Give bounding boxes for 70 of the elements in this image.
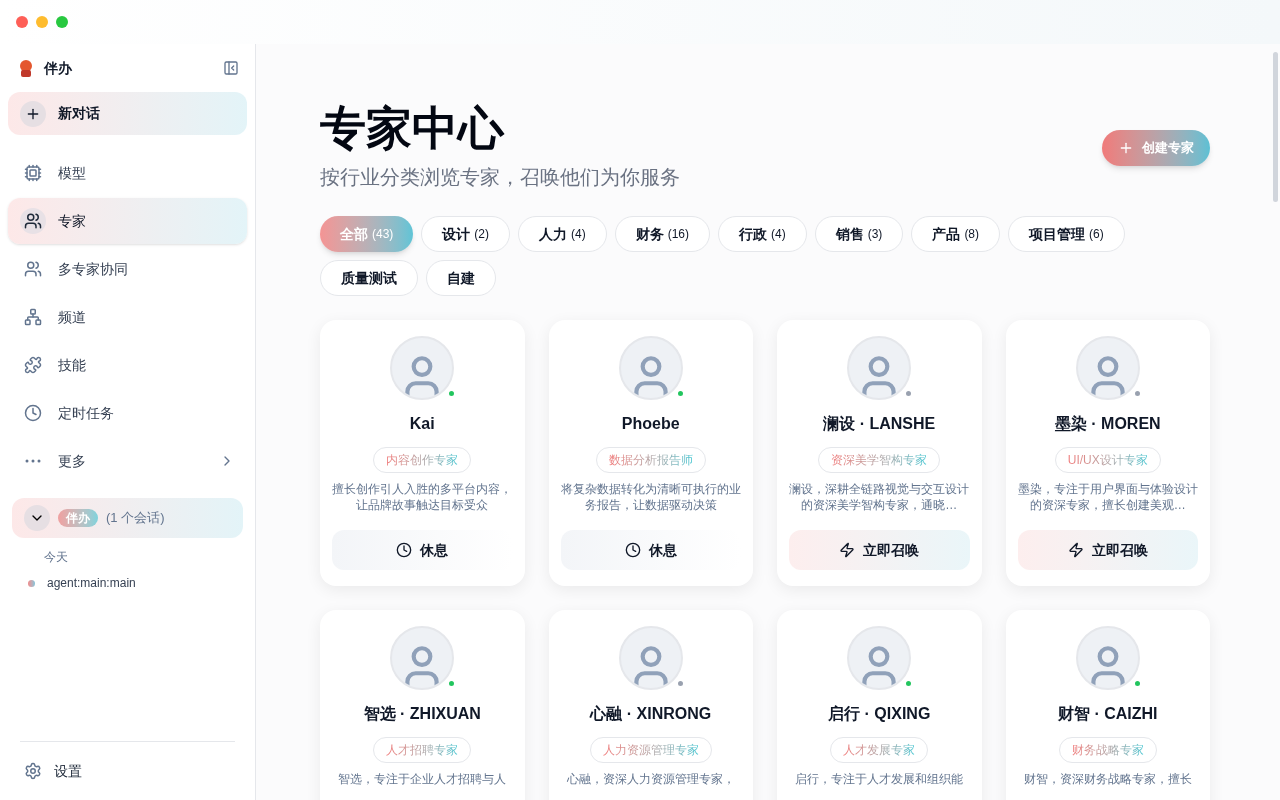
expert-card[interactable]: 心融 · XINRONG 人力资源管理专家 心融，资深人力资源管理专家， (548, 610, 753, 800)
expert-card[interactable]: 智选 · ZHIXUAN 人才招聘专家 智选，专注于企业人才招聘与人 (320, 610, 525, 800)
expert-description: 将复杂数据转化为清晰可执行的业务报告，让数据驱动决策 (560, 481, 741, 513)
expert-name: 心融 · XINRONG (590, 704, 712, 724)
category-filter-tab[interactable]: 设计 (2) (421, 216, 510, 252)
expert-description: 智选，专注于企业人才招聘与人 (338, 771, 507, 787)
category-filter-tab[interactable]: 财务 (16) (614, 216, 711, 252)
expert-name: 澜设 · LANSHE (823, 414, 936, 434)
network-icon (24, 308, 42, 326)
page-title: 专家中心 (320, 101, 506, 156)
nav-item[interactable]: 定时任务 (8, 390, 247, 436)
summon-button[interactable]: 立即召唤 (789, 530, 970, 570)
expert-name: Phoebe (621, 414, 680, 434)
nav-item[interactable]: 专家 (8, 198, 247, 244)
expert-description: 启行，专注于人才发展和组织能 (795, 771, 964, 787)
scrollbar[interactable] (1273, 52, 1278, 202)
expert-card[interactable]: Kai 内容创作专家 擅长创作引人入胜的多平台内容，让品牌故事触达目标受众 休息 (320, 320, 525, 586)
session-group[interactable]: 伴办 (1 个会话) (12, 498, 243, 538)
plus-icon (1118, 140, 1134, 156)
category-filter-tab[interactable]: 行政 (4) (718, 216, 807, 252)
expert-description: 擅长创作引人入胜的多平台内容，让品牌故事触达目标受众 (332, 481, 513, 513)
expert-name: Kai (409, 414, 435, 434)
users-icon (24, 260, 42, 278)
category-filter-tab[interactable]: 人力 (4) (518, 216, 607, 252)
settings-button[interactable]: 设置 (8, 742, 247, 800)
expert-card[interactable]: 启行 · QIXING 人才发展专家 启行，专注于人才发展和组织能 (777, 610, 982, 800)
page-subtitle: 按行业分类浏览专家，召唤他们为你服务 (320, 165, 680, 190)
expert-description: 墨染，专注于用户界面与体验设计的资深专家，擅长创建美观… (1017, 481, 1198, 513)
category-filter-tab[interactable]: 项目管理 (6) (1008, 216, 1125, 252)
expert-name: 启行 · QIXING (828, 704, 931, 724)
clock-icon (396, 542, 413, 558)
expert-name: 墨染 · MOREN (1054, 414, 1161, 434)
category-filter-tab[interactable]: 销售 (3) (814, 216, 904, 252)
session-item[interactable]: agent:main:main (28, 574, 247, 592)
category-filter-tab[interactable]: 产品 (8) (911, 216, 1001, 252)
clock-icon (24, 404, 42, 422)
summon-button[interactable]: 立即召唤 (1017, 530, 1198, 570)
puzzle-icon (24, 356, 42, 374)
settings-icon (24, 762, 42, 780)
clock-icon (624, 542, 641, 558)
new-chat-button[interactable]: 新对话 (8, 92, 247, 135)
expert-description: 澜设，深耕全链路视觉与交互设计的资深美学智构专家，通晓… (789, 481, 970, 513)
nav-item[interactable]: 多专家协同 (8, 246, 247, 292)
group-badge: 伴办 (58, 509, 98, 527)
minimize-window-icon[interactable] (36, 16, 48, 28)
expert-card[interactable]: 财智 · CAIZHI 财务战略专家 财智，资深财务战略专家，擅长 (1005, 610, 1210, 800)
nav-item[interactable]: 频道 (8, 294, 247, 340)
category-filter-tab[interactable]: 自建 (426, 260, 496, 296)
nav-item[interactable]: 技能 (8, 342, 247, 388)
expert-name: 财智 · CAIZHI (1057, 704, 1158, 724)
day-label: 今天 (44, 549, 69, 566)
lightning-icon (1067, 542, 1084, 558)
expert-card[interactable]: 墨染 · MOREN UI/UX设计专家 墨染，专注于用户界面与体验设计的资深专家，擅长创建美观… 立即召唤 (1005, 320, 1210, 586)
expert-card[interactable]: 澜设 · LANSHE 资深美学智构专家 澜设，深耕全链路视觉与交互设计的资深美学智构专家，通晓… 立即召唤 (777, 320, 982, 586)
close-window-icon[interactable] (16, 16, 28, 28)
nav-item[interactable]: 更多 (8, 438, 247, 484)
more-icon (25, 459, 41, 463)
expert-name: 智选 · ZHIXUAN (363, 704, 481, 724)
expert-card[interactable]: Phoebe 数据分析报告师 将复杂数据转化为清晰可执行的业务报告，让数据驱动决策 休息 (548, 320, 753, 586)
collapse-sidebar-icon[interactable] (223, 60, 239, 76)
maximize-window-icon[interactable] (56, 16, 68, 28)
users-icon (24, 212, 42, 230)
app-name: 伴办 (44, 58, 72, 78)
chip-icon (24, 164, 42, 182)
session-count: (1 个会话) (106, 509, 165, 528)
expert-description: 心融，资深人力资源管理专家， (566, 771, 735, 787)
lightning-icon (839, 542, 856, 558)
category-filter-tab[interactable]: 质量测试 (320, 260, 418, 296)
nav-item[interactable]: 模型 (8, 150, 247, 196)
expert-description: 财智，资深财务战略专家，擅长 (1023, 771, 1192, 787)
